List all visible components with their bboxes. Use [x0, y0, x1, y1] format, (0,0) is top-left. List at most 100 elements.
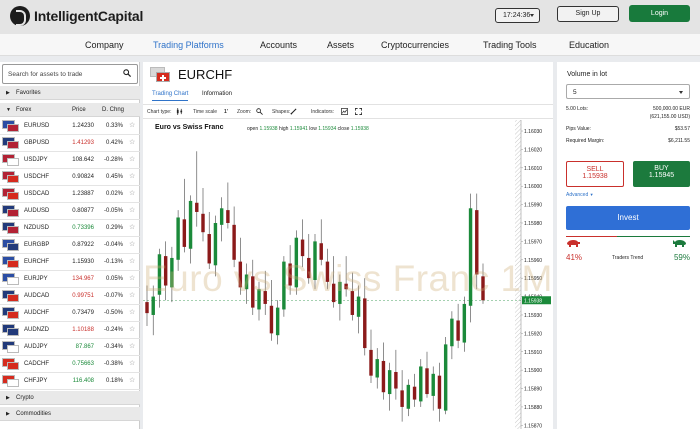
asset-row-usdchf[interactable]: USDCHF 0.90824 0.45% ☆ [0, 169, 140, 186]
candle[interactable] [188, 195, 193, 264]
candle[interactable] [350, 272, 355, 321]
favorite-star-icon[interactable]: ☆ [129, 121, 137, 129]
candle[interactable] [412, 373, 417, 407]
candle[interactable] [300, 219, 305, 268]
tab-information[interactable]: Information [202, 91, 232, 97]
candle[interactable] [443, 337, 448, 415]
asset-row-audusd[interactable]: AUDUSD 0.80877 -0.05% ☆ [0, 203, 140, 220]
asset-row-audnzd[interactable]: AUDNZD 1.10188 -0.24% ☆ [0, 322, 140, 339]
favorite-star-icon[interactable]: ☆ [129, 206, 137, 214]
candle[interactable] [356, 285, 361, 334]
candle[interactable] [207, 211, 211, 269]
asset-row-cadchf[interactable]: CADCHF 0.75663 -0.38% ☆ [0, 356, 140, 373]
asset-row-audjpy[interactable]: AUDJPY 87.867 -0.34% ☆ [0, 339, 140, 356]
candle[interactable] [294, 230, 299, 295]
candle[interactable] [213, 215, 218, 277]
favorite-star-icon[interactable]: ☆ [129, 291, 137, 299]
candle[interactable] [157, 248, 162, 308]
asset-row-audcad[interactable]: AUDCAD 0.99751 -0.07% ☆ [0, 288, 140, 305]
asset-row-usdjpy[interactable]: USDJPY 108.642 -0.28% ☆ [0, 152, 140, 169]
volume-select[interactable]: 5 [566, 84, 690, 99]
nav-cryptocurrencies[interactable]: Cryptocurrencies [381, 40, 449, 50]
favorites-category[interactable]: ▶ Favorites [0, 86, 140, 100]
asset-row-gbpusd[interactable]: GBPUSD 1.41293 0.42% ☆ [0, 135, 140, 152]
candle[interactable] [406, 379, 411, 417]
favorite-star-icon[interactable]: ☆ [129, 342, 137, 350]
nav-trading-tools[interactable]: Trading Tools [483, 40, 537, 50]
candle[interactable] [344, 256, 348, 297]
sell-button[interactable]: SELL 1.15938 [566, 161, 624, 187]
candle[interactable] [456, 303, 460, 349]
candle[interactable] [331, 256, 336, 308]
candle[interactable] [232, 206, 236, 268]
fullscreen-icon[interactable] [355, 108, 362, 115]
clock-display[interactable]: 17:24:36 [495, 8, 540, 23]
brand-logo[interactable]: IntelligentCapital [10, 6, 143, 26]
candle[interactable] [375, 348, 379, 389]
candle[interactable] [307, 234, 311, 284]
candle[interactable] [400, 370, 404, 422]
price-chart[interactable]: 1.16030 1.16020 1.16010 1.16000 1.15990 1.159… [143, 120, 553, 429]
candle[interactable] [282, 256, 286, 317]
favorite-star-icon[interactable]: ☆ [129, 189, 137, 197]
crypto-category[interactable]: ▶ Crypto [0, 391, 140, 405]
favorite-star-icon[interactable]: ☆ [129, 257, 137, 265]
nav-assets[interactable]: Assets [327, 40, 354, 50]
candle[interactable] [419, 359, 423, 407]
favorite-star-icon[interactable]: ☆ [129, 138, 137, 146]
candle[interactable] [431, 366, 435, 411]
candle[interactable] [394, 349, 398, 400]
asset-search-input[interactable]: Search for assets to trade [2, 64, 138, 84]
favorite-star-icon[interactable]: ☆ [129, 308, 137, 316]
candle[interactable] [319, 219, 323, 266]
favorite-star-icon[interactable]: ☆ [129, 359, 137, 367]
pencil-icon[interactable] [290, 108, 297, 115]
candle[interactable] [325, 248, 330, 290]
candle[interactable] [251, 259, 255, 315]
candle[interactable] [387, 362, 392, 411]
indicators-icon[interactable] [341, 108, 348, 115]
asset-row-usdcad[interactable]: USDCAD 1.23887 0.02% ☆ [0, 186, 140, 203]
time-scale-button[interactable]: 1' [224, 109, 228, 115]
nav-company[interactable]: Company [85, 40, 124, 50]
candlestick-icon[interactable] [176, 108, 183, 115]
candle[interactable] [176, 210, 180, 271]
candle[interactable] [244, 263, 249, 304]
candle[interactable] [151, 285, 155, 336]
candle[interactable] [425, 351, 429, 398]
zoom-icon[interactable] [256, 108, 263, 115]
nav-education[interactable]: Education [569, 40, 609, 50]
candle[interactable] [462, 296, 467, 352]
candle[interactable] [226, 182, 230, 229]
asset-row-eurusd[interactable]: EURUSD 1.24230 0.33% ☆ [0, 118, 140, 135]
asset-row-chfjpy[interactable]: CHFJPY 116.408 0.18% ☆ [0, 373, 140, 390]
candle[interactable] [475, 193, 479, 290]
candle[interactable] [481, 263, 485, 304]
candle[interactable] [182, 178, 187, 253]
commodities-category[interactable]: ▶ Commodities [0, 407, 140, 421]
asset-row-eurgbp[interactable]: EURGBP 0.87922 -0.04% ☆ [0, 237, 140, 254]
candle[interactable] [195, 151, 199, 227]
candle[interactable] [257, 281, 261, 321]
favorite-star-icon[interactable]: ☆ [129, 172, 137, 180]
candlestick-chart[interactable]: 1.16030 1.16020 1.16010 1.16000 1.15990 1.159… [143, 120, 553, 429]
candle[interactable] [238, 237, 243, 295]
favorite-star-icon[interactable]: ☆ [129, 240, 137, 248]
candle[interactable] [363, 278, 367, 356]
candle[interactable] [381, 342, 386, 400]
candle[interactable] [468, 193, 473, 323]
nav-accounts[interactable]: Accounts [260, 40, 297, 50]
candle[interactable] [338, 274, 342, 321]
candle[interactable] [437, 362, 442, 422]
forex-header[interactable]: ▼ Forex Price D. Chng [0, 103, 140, 117]
candle[interactable] [269, 280, 274, 341]
asset-row-audchf[interactable]: AUDCHF 0.73479 -0.50% ☆ [0, 305, 140, 322]
signup-button[interactable]: Sign Up [557, 6, 619, 22]
candle[interactable] [163, 241, 168, 301]
favorite-star-icon[interactable]: ☆ [129, 223, 137, 231]
asset-row-nzdusd[interactable]: NZDUSD 0.73396 0.29% ☆ [0, 220, 140, 237]
candle[interactable] [313, 234, 317, 290]
asset-row-eurjpy[interactable]: EURJPY 134.967 0.05% ☆ [0, 271, 140, 288]
candle[interactable] [201, 188, 205, 242]
invest-button[interactable]: Invest [566, 206, 690, 230]
